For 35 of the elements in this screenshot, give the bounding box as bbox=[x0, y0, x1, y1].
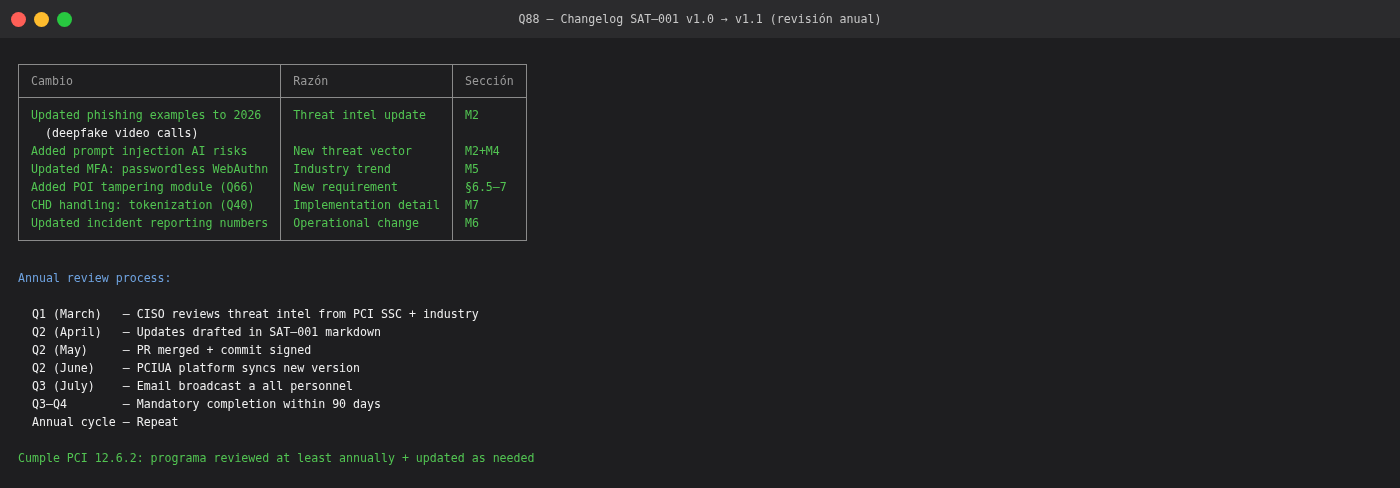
table-cell-text: §6.5–7 bbox=[464, 179, 508, 196]
process-step: Q3–Q4 — Mandatory completion within 90 days bbox=[32, 395, 1382, 413]
column-header: Sección bbox=[452, 64, 527, 98]
table-cell-text: CHD handling: tokenization (Q40) bbox=[31, 197, 256, 214]
table-cell-text: Updated phishing examples to 2026 bbox=[31, 107, 263, 124]
column-header: Razón bbox=[280, 64, 453, 98]
table-cell-text: Threat intel update bbox=[293, 107, 427, 124]
process-step: Q2 (April) — Updates drafted in SAT–001 markdown bbox=[32, 323, 1382, 341]
process-step: Q3 (July) — Email broadcast a all personnel bbox=[32, 377, 1382, 395]
table-cell-text: Implementation detail bbox=[293, 197, 440, 214]
table-cell-text: Updated MFA: passwordless WebAuthn bbox=[31, 161, 269, 178]
section-heading: Annual review process: bbox=[18, 270, 173, 287]
process-step: Q2 (May) — PR merged + commit signed bbox=[32, 341, 1382, 359]
table-cell-text: New requirement bbox=[293, 179, 400, 196]
table-cell-text: (deepfake video calls) bbox=[44, 125, 200, 142]
table-cell-text: M5 bbox=[464, 161, 480, 178]
compliance-note: Cumple PCI 12.6.2: programa reviewed at least annually + updated as needed bbox=[18, 450, 536, 467]
process-step: Annual cycle — Repeat bbox=[32, 413, 1382, 431]
table-cell-text: Added prompt injection AI risks bbox=[31, 143, 249, 160]
process-step: Q1 (March) — CISO reviews threat intel from PCI SSC + industry bbox=[32, 305, 1382, 323]
table-cell-text: Added POI tampering module (Q66) bbox=[31, 179, 256, 196]
table-cell-text: M2 bbox=[464, 107, 480, 124]
window-title: Q88 — Changelog SAT–001 v1.0 → v1.1 (revisión anual) bbox=[518, 12, 882, 26]
column-header: Cambio bbox=[18, 64, 281, 98]
table-cell-text: M6 bbox=[464, 215, 480, 232]
table-cell-text: Operational change bbox=[293, 215, 420, 232]
table-cell-text: New threat vector bbox=[293, 143, 413, 160]
table-cell-text: Industry trend bbox=[293, 161, 393, 178]
table-cell-text: M2+M4 bbox=[464, 143, 501, 160]
table-cell-text: Updated incident reporting numbers bbox=[31, 215, 269, 232]
maximize-icon[interactable] bbox=[57, 11, 72, 27]
close-icon[interactable] bbox=[11, 11, 26, 27]
minimize-icon[interactable] bbox=[34, 11, 49, 27]
table-cell-text: M7 bbox=[464, 197, 480, 214]
process-step: Q2 (June) — PCIUA platform syncs new version bbox=[32, 359, 1382, 377]
